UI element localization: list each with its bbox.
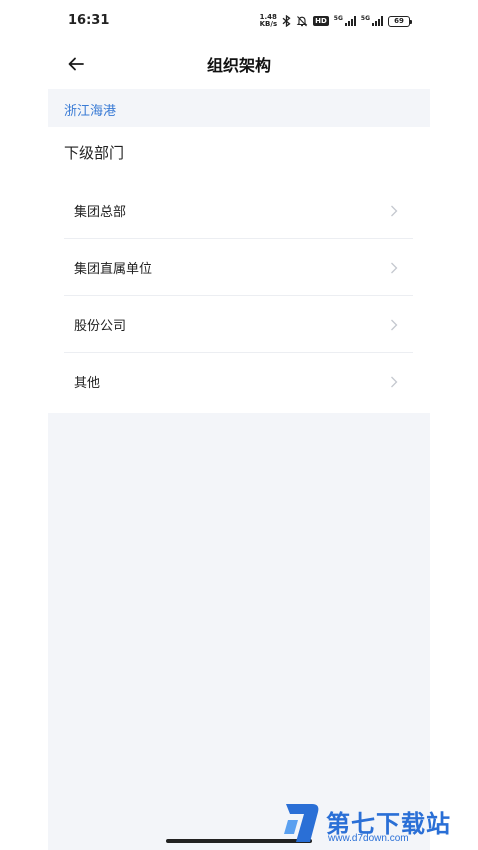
hd-badge: HD [313,16,329,26]
section-title: 下级部门 [64,144,125,162]
page-title: 组织架构 [206,56,271,75]
department-item-direct-units[interactable]: 集团直属单位 [64,239,413,296]
department-label: 其他 [74,376,101,391]
status-icons: 1.48 KB/s HD 5G 5G 69 [260,14,412,28]
sim1-label: 5G [333,15,343,22]
net-speed-unit: KB/s [259,20,278,28]
department-label: 集团总部 [74,204,127,220]
chevron-right-icon [391,319,398,331]
empty-content-area [48,413,430,850]
status-time: 16:31 [68,13,110,28]
department-label: 股份公司 [74,318,127,334]
chevron-right-icon [391,262,398,274]
chevron-right-icon [391,205,398,217]
sim2-label: 5G [360,15,370,22]
department-item-joint-stock[interactable]: 股份公司 [64,296,413,353]
signal-sim2-icon: 5G [361,16,383,26]
bell-off-icon [296,16,308,27]
signal-sim1-icon: 5G [334,16,356,26]
net-speed: 1.48 KB/s [260,14,277,28]
watermark-url: www.d7down.com [328,833,409,844]
breadcrumb-item-root[interactable]: 浙江海港 [64,100,116,119]
battery-icon: 69 [388,15,412,27]
department-item-other[interactable]: 其他 [64,353,413,410]
bluetooth-icon [282,15,291,27]
watermark: 第七下载站 www.d7down.com [282,800,478,850]
app-header: 组织架构 [48,44,430,84]
chevron-right-icon [391,376,398,388]
breadcrumb: 浙江海港 [48,89,430,127]
department-item-group-hq[interactable]: 集团总部 [64,182,413,239]
department-label: 集团直属单位 [74,261,153,277]
status-bar: 16:31 1.48 KB/s HD 5G 5G 69 [0,0,478,44]
watermark-logo-icon [284,804,319,842]
department-list: 集团总部 集团直属单位 股份公司 其他 [64,182,413,410]
